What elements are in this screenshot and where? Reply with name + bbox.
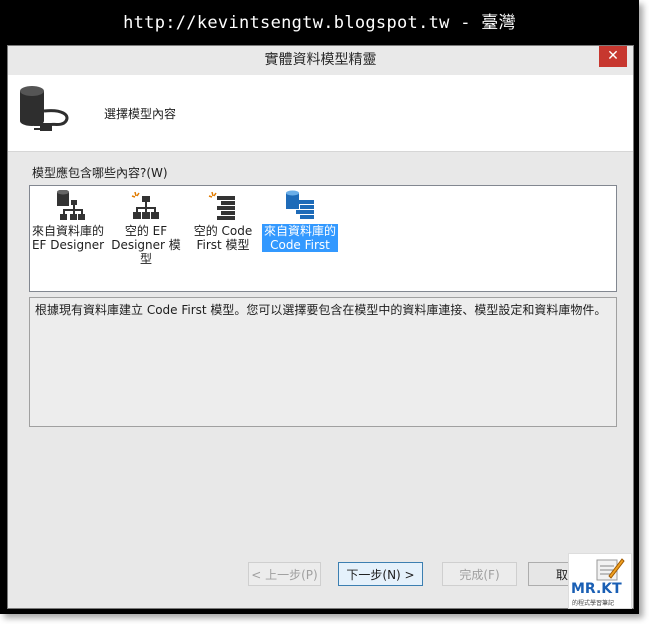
blog-logo: MR.KT 的程式學習筆記 — [568, 553, 632, 609]
template-description: 根據現有資料庫建立 Code First 模型。您可以選擇要包含在模型中的資料庫… — [35, 303, 607, 317]
database-code-first-icon — [286, 190, 314, 219]
template-label: 空的 EF Designer 模型 — [111, 224, 181, 266]
template-label: 空的 Code First 模型 — [193, 224, 253, 252]
database-hierarchy-icon — [57, 190, 85, 220]
wizard-header: 選擇模型內容 — [8, 75, 633, 152]
template-ef-designer-from-database[interactable]: 來自資料庫的 EF Designer — [30, 190, 106, 252]
template-description-box: 根據現有資料庫建立 Code First 模型。您可以選擇要包含在模型中的資料庫… — [29, 297, 617, 427]
template-label: 來自資料庫的 EF Designer — [31, 224, 105, 252]
logo-text: MR.KT — [571, 581, 622, 597]
next-button[interactable]: 下一步(N) > — [338, 562, 423, 586]
template-empty-ef-designer[interactable]: 空的 EF Designer 模型 — [108, 190, 184, 266]
page-title: 選擇模型內容 — [104, 107, 177, 121]
close-button[interactable]: ✕ — [599, 46, 627, 67]
back-button[interactable]: < 上一步(P) — [248, 562, 321, 586]
logo-subtitle: 的程式學習筆記 — [572, 600, 615, 607]
empty-code-first-icon — [208, 191, 235, 220]
title-bar[interactable]: 實體資料模型精靈 ✕ — [8, 46, 633, 75]
database-plug-icon — [20, 86, 69, 131]
close-icon: ✕ — [607, 48, 619, 64]
template-list: 來自資料庫的 EF Designer 空的 EF Designer 模型 空的 … — [29, 185, 617, 292]
notepad-pencil-icon — [596, 558, 625, 581]
empty-hierarchy-icon — [131, 191, 159, 219]
template-question-label: 模型應包含哪些內容?(W) — [32, 166, 168, 180]
window-title: 實體資料模型精靈 — [264, 52, 377, 68]
template-code-first-from-database[interactable]: 來自資料庫的 Code First — [262, 190, 338, 252]
template-empty-code-first[interactable]: 空的 Code First 模型 — [185, 190, 261, 252]
watermark-url: http://kevintsengtw.blogspot.tw - 臺灣 — [123, 13, 516, 33]
template-label: 來自資料庫的 Code First — [262, 224, 338, 252]
screenshot-frame: http://kevintsengtw.blogspot.tw - 臺灣 實體資… — [0, 0, 639, 614]
wizard-window: 實體資料模型精靈 ✕ 選擇模型內容 模型應包含哪些內容?(W) 來自資料庫的 E… — [7, 45, 634, 609]
finish-button[interactable]: 完成(F) — [442, 562, 517, 586]
